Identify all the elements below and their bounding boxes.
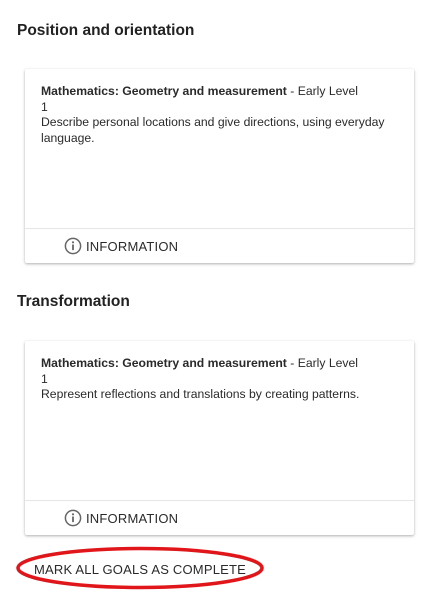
goal-description: Describe personal locations and give dir… (41, 115, 385, 145)
goal-subject: Mathematics: Geometry and measurement (41, 84, 287, 98)
goal-heading: Mathematics: Geometry and measurement - … (41, 356, 398, 372)
information-label: INFORMATION (86, 510, 179, 526)
information-button[interactable]: INFORMATION (64, 509, 178, 527)
goal-description: Represent reflections and translations b… (41, 387, 360, 401)
goal-card-footer: INFORMATION (25, 228, 414, 263)
goal-card-body: Mathematics: Geometry and measurement - … (25, 69, 414, 146)
section-title-transformation: Transformation (17, 293, 130, 310)
information-button[interactable]: INFORMATION (64, 237, 178, 255)
goal-card-position-orientation: Mathematics: Geometry and measurement - … (25, 69, 414, 263)
info-circle-icon (64, 237, 82, 255)
goal-number: 1 (41, 99, 48, 114)
goal-card-transformation: Mathematics: Geometry and measurement - … (25, 341, 414, 535)
mark-all-goals-complete-button[interactable]: MARK ALL GOALS AS COMPLETE (20, 553, 260, 585)
goal-heading: Mathematics: Geometry and measurement - … (41, 84, 398, 100)
goal-level: - Early Level (286, 356, 358, 370)
goal-card-footer: INFORMATION (25, 500, 414, 535)
information-label: INFORMATION (86, 238, 179, 254)
section-title-position-orientation: Position and orientation (17, 22, 195, 39)
goal-subject: Mathematics: Geometry and measurement (41, 356, 287, 370)
goal-number: 1 (41, 371, 48, 386)
goal-card-body: Mathematics: Geometry and measurement - … (25, 341, 414, 403)
info-circle-icon (64, 509, 82, 527)
goal-level: - Early Level (286, 84, 358, 98)
